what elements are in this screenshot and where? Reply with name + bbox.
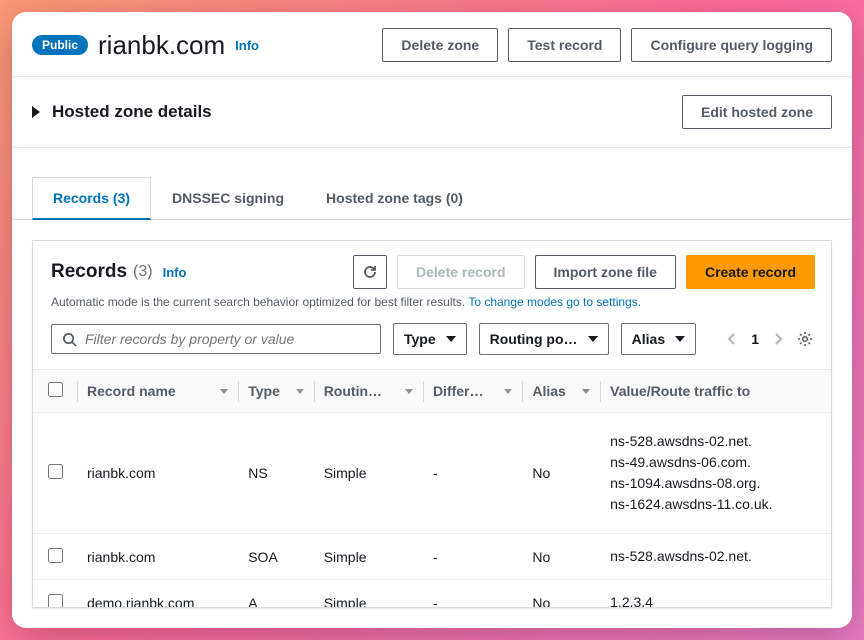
row-checkbox[interactable] bbox=[48, 594, 63, 608]
delete-zone-button[interactable]: Delete zone bbox=[382, 28, 498, 62]
cell-alias: No bbox=[522, 534, 600, 580]
cell-name: rianbk.com bbox=[77, 534, 238, 580]
page-number: 1 bbox=[751, 331, 759, 347]
table-row[interactable]: rianbk.comNSSimple-Nons-528.awsdns-02.ne… bbox=[33, 413, 831, 534]
cell-routing: Simple bbox=[314, 534, 423, 580]
search-input-wrap[interactable] bbox=[51, 324, 381, 354]
records-title: Records bbox=[51, 261, 127, 283]
routing-filter-dropdown[interactable]: Routing pol… bbox=[479, 323, 609, 355]
public-badge: Public bbox=[32, 35, 88, 55]
cell-alias: No bbox=[522, 413, 600, 534]
cell-value: ns-528.awsdns-02.net.ns-49.awsdns-06.com… bbox=[600, 413, 831, 534]
cell-type: SOA bbox=[238, 534, 313, 580]
sort-caret-icon bbox=[582, 389, 590, 394]
records-card: Records (3) Info Delete record Import zo… bbox=[32, 240, 832, 608]
change-mode-link[interactable]: To change modes go to settings. bbox=[468, 295, 641, 309]
test-record-button[interactable]: Test record bbox=[508, 28, 621, 62]
hosted-zone-details-panel: Hosted zone details Edit hosted zone bbox=[12, 76, 852, 148]
delete-record-button: Delete record bbox=[397, 255, 524, 289]
records-card-header: Records (3) Info Delete record Import zo… bbox=[33, 241, 831, 293]
caret-down-icon bbox=[446, 336, 456, 342]
refresh-button[interactable] bbox=[353, 255, 387, 289]
cell-type: A bbox=[238, 580, 313, 608]
records-table: Record name Type Routin… Differ… Alias V… bbox=[33, 369, 831, 607]
col-header-routing[interactable]: Routin… bbox=[314, 370, 423, 413]
records-section: Records (3) Info Delete record Import zo… bbox=[12, 220, 852, 628]
col-header-alias[interactable]: Alias bbox=[522, 370, 600, 413]
table-settings-button[interactable] bbox=[797, 331, 813, 347]
triangle-right-icon bbox=[32, 106, 40, 118]
cell-value: 1.2.3.4 bbox=[600, 580, 831, 608]
cell-alias: No bbox=[522, 580, 600, 608]
details-expander[interactable]: Hosted zone details bbox=[32, 102, 212, 122]
col-header-name[interactable]: Record name bbox=[77, 370, 238, 413]
type-filter-dropdown[interactable]: Type bbox=[393, 323, 467, 355]
configure-query-logging-button[interactable]: Configure query logging bbox=[631, 28, 832, 62]
filter-row: Type Routing pol… Alias 1 bbox=[33, 319, 831, 369]
records-count: (3) bbox=[133, 263, 153, 281]
cell-value: ns-528.awsdns-02.net. bbox=[600, 534, 831, 580]
header: Public rianbk.com Info Delete zone Test … bbox=[12, 12, 852, 76]
tabs: Records (3) DNSSEC signing Hosted zone t… bbox=[12, 176, 852, 220]
select-all-checkbox[interactable] bbox=[48, 382, 63, 397]
create-record-button[interactable]: Create record bbox=[686, 255, 815, 289]
sort-caret-icon bbox=[504, 389, 512, 394]
zone-title: rianbk.com bbox=[98, 30, 225, 61]
next-page-button[interactable] bbox=[773, 332, 783, 346]
table-row[interactable]: demo.rianbk.comASimple-No1.2.3.4 bbox=[33, 580, 831, 608]
cell-differ: - bbox=[423, 580, 522, 608]
row-checkbox[interactable] bbox=[48, 464, 63, 479]
import-zone-file-button[interactable]: Import zone file bbox=[535, 255, 676, 289]
tab-records[interactable]: Records (3) bbox=[32, 177, 151, 220]
sort-caret-icon bbox=[220, 389, 228, 394]
gear-icon bbox=[797, 331, 813, 347]
table-row[interactable]: rianbk.comSOASimple-Nons-528.awsdns-02.n… bbox=[33, 534, 831, 580]
sort-caret-icon bbox=[296, 389, 304, 394]
cell-differ: - bbox=[423, 534, 522, 580]
caret-down-icon bbox=[675, 336, 685, 342]
details-title: Hosted zone details bbox=[52, 102, 212, 122]
app-window: Public rianbk.com Info Delete zone Test … bbox=[12, 12, 852, 628]
tab-dnssec[interactable]: DNSSEC signing bbox=[151, 177, 305, 220]
records-subtext: Automatic mode is the current search beh… bbox=[33, 293, 831, 319]
cell-routing: Simple bbox=[314, 580, 423, 608]
edit-hosted-zone-button[interactable]: Edit hosted zone bbox=[682, 95, 832, 129]
row-checkbox[interactable] bbox=[48, 548, 63, 563]
prev-page-button[interactable] bbox=[727, 332, 737, 346]
cell-type: NS bbox=[238, 413, 313, 534]
table-scroll[interactable]: Record name Type Routin… Differ… Alias V… bbox=[33, 369, 831, 607]
alias-filter-dropdown[interactable]: Alias bbox=[621, 323, 696, 355]
refresh-icon bbox=[362, 264, 378, 280]
cell-routing: Simple bbox=[314, 413, 423, 534]
pager: 1 bbox=[727, 331, 813, 347]
col-header-value[interactable]: Value/Route traffic to bbox=[600, 370, 831, 413]
col-header-differ[interactable]: Differ… bbox=[423, 370, 522, 413]
col-header-type[interactable]: Type bbox=[238, 370, 313, 413]
tab-tags[interactable]: Hosted zone tags (0) bbox=[305, 177, 484, 220]
cell-name: demo.rianbk.com bbox=[77, 580, 238, 608]
search-icon bbox=[62, 332, 77, 347]
col-header-select bbox=[33, 370, 77, 413]
search-input[interactable] bbox=[85, 331, 370, 347]
cell-name: rianbk.com bbox=[77, 413, 238, 534]
cell-differ: - bbox=[423, 413, 522, 534]
caret-down-icon bbox=[588, 336, 598, 342]
sort-caret-icon bbox=[405, 389, 413, 394]
title-info-link[interactable]: Info bbox=[235, 38, 259, 53]
records-info-link[interactable]: Info bbox=[163, 265, 187, 280]
